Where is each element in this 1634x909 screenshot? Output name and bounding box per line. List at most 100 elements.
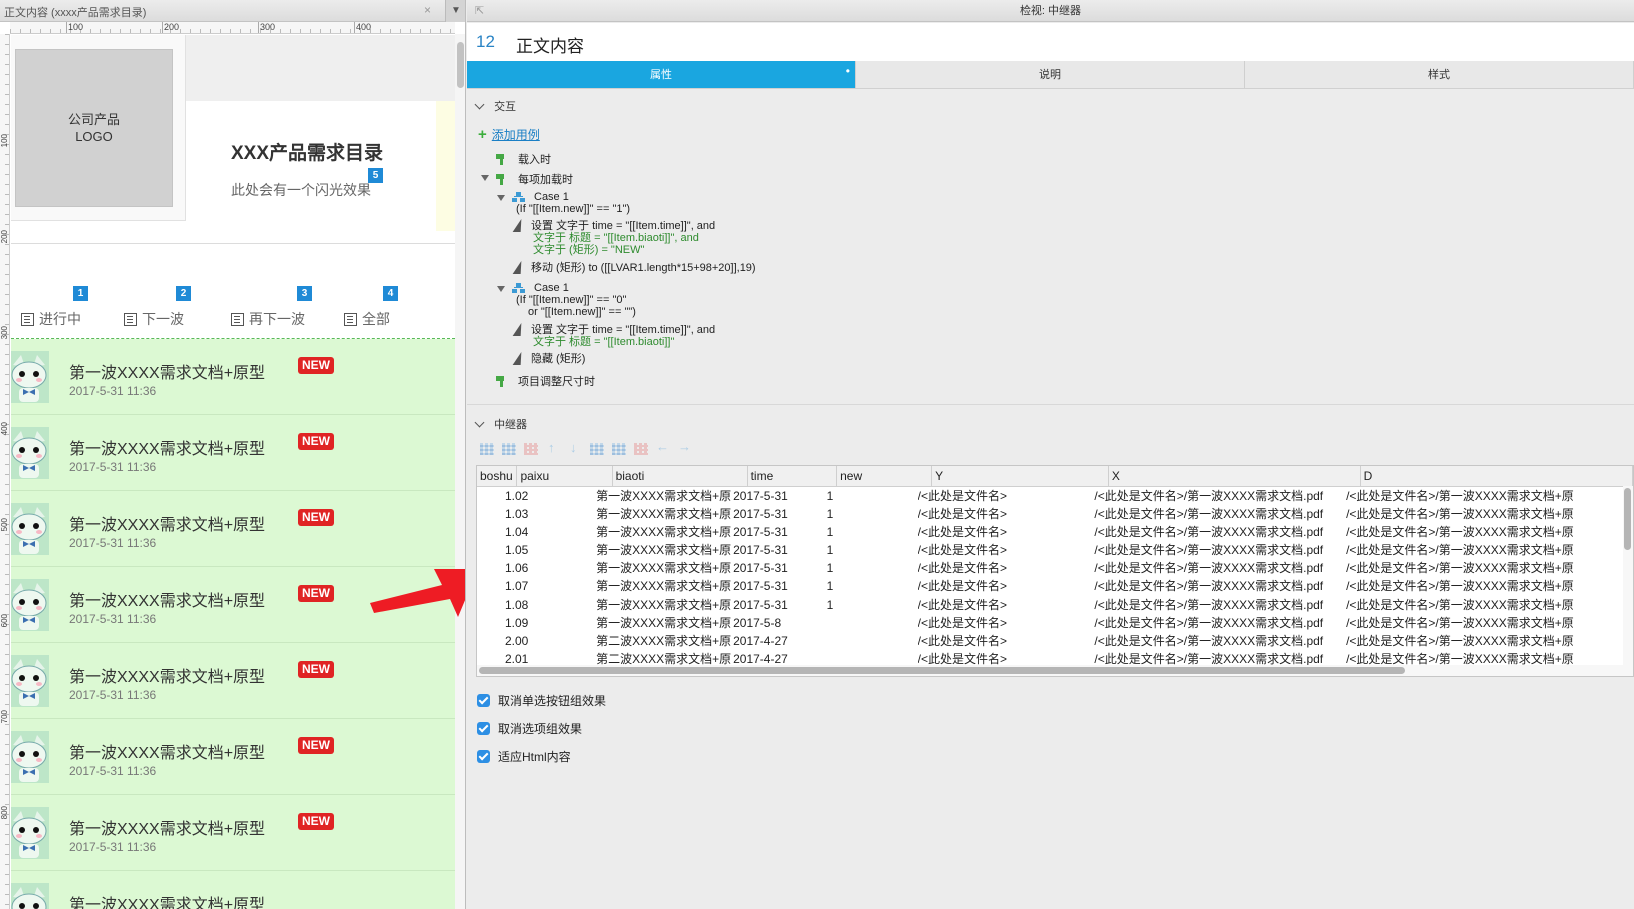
table-cell[interactable]: 2017-5-31 xyxy=(733,577,823,595)
checkbox-checked-icon[interactable] xyxy=(477,694,490,707)
table-cell[interactable]: 1 xyxy=(827,559,922,577)
item-title[interactable]: 第一波XXXX需求文档+原型 xyxy=(69,511,265,535)
item-title[interactable]: 第一波XXXX需求文档+原型 xyxy=(69,739,265,763)
table-cell[interactable]: /<此处是文件名>/第一波XXXX需求文档+原 xyxy=(1346,632,1618,650)
design-canvas[interactable]: 公司产品 LOGO XXX产品需求目录 此处会有一个闪光效果 5 进行中 1 下… xyxy=(11,35,455,909)
table-cell[interactable]: 第一波XXXX需求文档+原 xyxy=(596,614,731,632)
table-cell[interactable]: 第一波XXXX需求文档+原 xyxy=(596,523,731,541)
nav-tab-in-progress[interactable]: 进行中 xyxy=(21,309,81,329)
table-cell[interactable]: 1.04 xyxy=(505,523,600,541)
option-cancel-selection-group[interactable]: 取消选项组效果 xyxy=(477,720,582,737)
table-cell[interactable]: /<此处是文件名>/第一波XXXX需求文档+原 xyxy=(1346,486,1618,505)
table-cell[interactable]: 1.07 xyxy=(505,577,600,595)
event-on-load[interactable]: 载入时 xyxy=(496,151,551,167)
item-title[interactable]: 第一波XXXX需求文档+原型 xyxy=(69,815,265,839)
table-cell[interactable]: /<此处是文件名>/第一波XXXX需求文档.pdf xyxy=(1094,577,1346,595)
nav-tab-after-next-wave[interactable]: 再下一波 xyxy=(231,309,305,329)
item-title[interactable]: 第一波XXXX需求文档+原型 xyxy=(69,663,265,687)
table-cell[interactable]: /<此处是文件名>/第一波XXXX需求文档.pdf xyxy=(1094,541,1346,559)
table-cell[interactable]: 2017-5-31 xyxy=(733,541,823,559)
table-cell[interactable]: 2017-4-27 xyxy=(733,632,823,650)
table-cell[interactable]: /<此处是文件名>/第一波XXXX需求文档+原 xyxy=(1346,505,1618,523)
table-cell[interactable]: 第一波XXXX需求文档+原 xyxy=(596,577,731,595)
table-cell[interactable]: /<此处是文件名>/第一波XXXX需求文档+原 xyxy=(1346,614,1618,632)
table-cell[interactable]: /<此处是文件名>/第一波XXXX需求文档.pdf xyxy=(1094,523,1346,541)
tab-style[interactable]: 样式 xyxy=(1245,61,1634,88)
table-cell[interactable]: 1.03 xyxy=(505,505,600,523)
add-row-above-icon[interactable] xyxy=(590,443,604,455)
action-hide[interactable]: 隐藏 (矩形) xyxy=(531,353,585,365)
table-cell[interactable]: /<此处是文件名> xyxy=(918,577,1095,595)
option-fit-html-content[interactable]: 适应Html内容 xyxy=(477,748,571,765)
insert-column-icon[interactable] xyxy=(502,443,516,455)
table-cell[interactable]: /<此处是文件名>/第一波XXXX需求文档.pdf xyxy=(1094,486,1346,505)
column-header[interactable]: new xyxy=(836,466,933,487)
table-row[interactable]: 1.07 第一波XXXX需求文档+原 2017-5-31 1/<此处是文件名>/<此处… xyxy=(477,577,1633,595)
column-header[interactable]: D xyxy=(1360,466,1633,487)
table-cell[interactable]: /<此处是文件名>/第一波XXXX需求文档+原 xyxy=(1346,577,1618,595)
checkbox-checked-icon[interactable] xyxy=(477,722,490,735)
table-row[interactable]: 1.02 第一波XXXX需求文档+原 2017-5-31 1/<此处是文件名>/<此处… xyxy=(477,486,1633,505)
table-cell[interactable]: 第一波XXXX需求文档+原 xyxy=(596,559,731,577)
interaction-section-header[interactable]: 交互 xyxy=(474,98,516,114)
scrollbar-thumb[interactable] xyxy=(457,42,464,88)
canvas-scrollbar[interactable] xyxy=(455,34,465,909)
column-header[interactable]: paixu xyxy=(516,466,613,487)
page-tab[interactable]: 正文内容 (xxxx产品需求目录) × ▼ xyxy=(0,0,465,22)
option-cancel-radio-group[interactable]: 取消单选按钮组效果 xyxy=(477,692,606,709)
move-down-icon[interactable] xyxy=(568,440,582,455)
list-item[interactable]: 第一波XXXX需求文档+原型 2017-5-31 11:36 NEW xyxy=(11,719,455,795)
move-right-icon[interactable] xyxy=(678,439,692,455)
list-item[interactable]: 第一波XXXX需求文档+原型 xyxy=(11,871,455,909)
table-cell[interactable] xyxy=(827,614,922,632)
table-cell[interactable]: /<此处是文件名>/第一波XXXX需求文档+原 xyxy=(1346,559,1618,577)
expand-triangle-icon[interactable] xyxy=(497,195,505,201)
table-row[interactable]: 1.04 第一波XXXX需求文档+原 2017-5-31 1/<此处是文件名>/<此处… xyxy=(477,523,1633,541)
table-cell[interactable]: /<此处是文件名>/第一波XXXX需求文档.pdf xyxy=(1094,632,1346,650)
action-set-text[interactable]: 设置 文字于 time = "[[Item.time]]", and xyxy=(531,324,715,336)
table-cell[interactable]: /<此处是文件名> xyxy=(918,632,1095,650)
repeater-data-table[interactable]: boshu paixu biaoti time new Y X D 1.02 第一波XXXX需求… xyxy=(476,465,1634,677)
scrollbar-thumb[interactable] xyxy=(479,667,1405,674)
add-row-below-icon[interactable] xyxy=(612,443,626,455)
table-vertical-scrollbar[interactable] xyxy=(1623,486,1633,676)
tab-properties[interactable]: 属性 • xyxy=(467,61,856,88)
item-title[interactable]: 第一波XXXX需求文档+原型 xyxy=(69,435,265,459)
table-cell[interactable]: 1 xyxy=(827,541,922,559)
insert-row-icon[interactable] xyxy=(480,443,494,455)
move-left-icon[interactable] xyxy=(656,439,670,455)
item-title[interactable]: 第一波XXXX需求文档+原型 xyxy=(69,359,265,383)
table-cell[interactable]: 第一波XXXX需求文档+原 xyxy=(596,486,731,505)
table-row[interactable]: 2.00 第二波XXXX需求文档+原 2017-4-27/<此处是文件名>/<此处是… xyxy=(477,632,1633,650)
tab-dropdown-icon[interactable]: ▼ xyxy=(445,0,465,22)
action-set-text[interactable]: 设置 文字于 time = "[[Item.time]]", and xyxy=(531,220,715,232)
column-header[interactable]: X xyxy=(1108,466,1361,487)
table-cell[interactable]: 1 xyxy=(827,505,922,523)
delete-column-icon[interactable] xyxy=(634,443,648,455)
table-row[interactable]: 1.08 第一波XXXX需求文档+原 2017-5-31 1/<此处是文件名>/<此处… xyxy=(477,595,1633,613)
widget-name-field[interactable]: 正文内容 xyxy=(516,32,584,57)
table-cell[interactable]: 1 xyxy=(827,595,922,613)
table-horizontal-scrollbar[interactable] xyxy=(477,665,1633,676)
product-title[interactable]: XXX产品需求目录 xyxy=(231,138,383,165)
repeater-section-header[interactable]: 中继器 xyxy=(474,416,527,432)
table-cell[interactable]: 2017-5-31 xyxy=(733,595,823,613)
table-cell[interactable]: /<此处是文件名> xyxy=(918,505,1095,523)
item-title[interactable]: 第一波XXXX需求文档+原型 xyxy=(69,891,265,909)
delete-row-icon[interactable] xyxy=(524,443,538,455)
close-tab-icon[interactable]: × xyxy=(424,3,431,17)
table-row[interactable]: 1.09 第一波XXXX需求文档+原 2017-5-8/<此处是文件名>/<此处是文… xyxy=(477,614,1633,632)
list-item[interactable]: 第一波XXXX需求文档+原型 2017-5-31 11:36 NEW xyxy=(11,643,455,719)
table-cell[interactable]: 第一波XXXX需求文档+原 xyxy=(596,595,731,613)
nav-tab-next-wave[interactable]: 下一波 xyxy=(124,309,184,329)
column-header[interactable]: Y xyxy=(931,466,1109,487)
table-cell[interactable]: 第二波XXXX需求文档+原 xyxy=(596,632,731,650)
table-cell[interactable]: /<此处是文件名> xyxy=(918,541,1095,559)
table-cell[interactable]: /<此处是文件名>/第一波XXXX需求文档+原 xyxy=(1346,595,1618,613)
table-row[interactable]: 1.05 第一波XXXX需求文档+原 2017-5-31 1/<此处是文件名>/<此处… xyxy=(477,541,1633,559)
table-cell[interactable]: 1 xyxy=(827,577,922,595)
case-1[interactable]: Case 1 xyxy=(512,191,569,203)
table-cell[interactable]: 1.06 xyxy=(505,559,600,577)
table-cell[interactable]: 第一波XXXX需求文档+原 xyxy=(596,541,731,559)
table-cell[interactable]: 1.05 xyxy=(505,541,600,559)
